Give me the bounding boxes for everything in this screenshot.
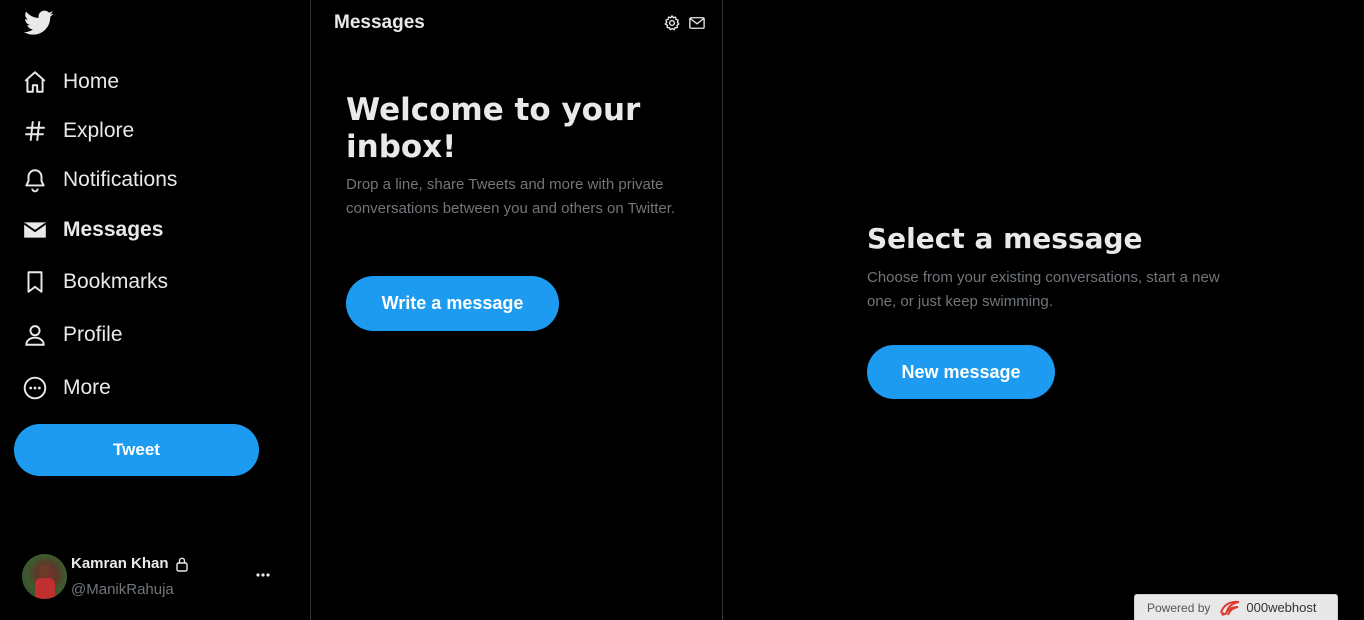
powered-by-text: Powered by (1147, 600, 1211, 615)
account-more-icon[interactable] (252, 564, 274, 586)
account-handle: @ManikRahuja (71, 581, 174, 598)
new-message-icon[interactable] (688, 14, 706, 32)
nav-label-messages: Messages (63, 218, 164, 241)
nav-item-bookmarks[interactable]: Bookmarks (22, 262, 168, 302)
nav-item-notifications[interactable]: Notifications (22, 160, 177, 200)
write-message-button[interactable]: Write a message (346, 276, 559, 331)
bookmark-icon (22, 269, 48, 295)
tweet-button[interactable]: Tweet (14, 424, 259, 476)
nav-item-more[interactable]: More (22, 368, 111, 408)
bell-icon (22, 167, 48, 193)
webhost-logo-icon (1218, 599, 1242, 617)
account-switcher[interactable]: Kamran Khan @ManikRahuja (22, 552, 282, 600)
select-message-description: Choose from your existing conversations,… (867, 269, 1220, 310)
home-icon (22, 69, 48, 95)
nav-label-notifications: Notifications (63, 168, 178, 191)
select-message-title: Select a message (867, 222, 1143, 255)
envelope-icon (22, 217, 48, 243)
gear-icon[interactable] (663, 14, 681, 32)
welcome-description: Drop a line, share Tweets and more with … (346, 176, 676, 217)
avatar[interactable] (22, 554, 67, 599)
nav-label-more: More (63, 376, 111, 399)
page-title: Messages (334, 12, 425, 33)
sidebar: Home Explore Notifications Messages Book… (0, 0, 311, 620)
more-circle-icon (22, 375, 48, 401)
nav-label-explore: Explore (63, 119, 135, 142)
hashtag-icon (22, 118, 48, 144)
account-name-text: Kamran Khan (71, 555, 169, 572)
lock-icon (175, 556, 189, 572)
nav-label-home: Home (63, 70, 120, 93)
messages-panel: Messages Welcome to your inbox! Drop a l… (311, 0, 723, 620)
nav-label-profile: Profile (63, 323, 123, 346)
nav-item-home[interactable]: Home (22, 62, 119, 102)
nav-item-messages[interactable]: Messages (22, 210, 163, 250)
webhost-name: 000webhost (1246, 600, 1317, 615)
conversation-detail: Select a message Choose from your existi… (723, 0, 1364, 620)
nav-item-explore[interactable]: Explore (22, 111, 134, 151)
account-name: Kamran Khan (71, 555, 189, 572)
powered-by-badge[interactable]: Powered by 000webhost (1134, 594, 1338, 620)
nav-label-bookmarks: Bookmarks (63, 270, 169, 293)
new-message-button[interactable]: New message (867, 345, 1055, 399)
person-icon (22, 322, 48, 348)
nav-item-profile[interactable]: Profile (22, 315, 123, 355)
twitter-bird-icon[interactable] (24, 10, 54, 36)
welcome-title: Welcome to your inbox! (346, 92, 641, 165)
